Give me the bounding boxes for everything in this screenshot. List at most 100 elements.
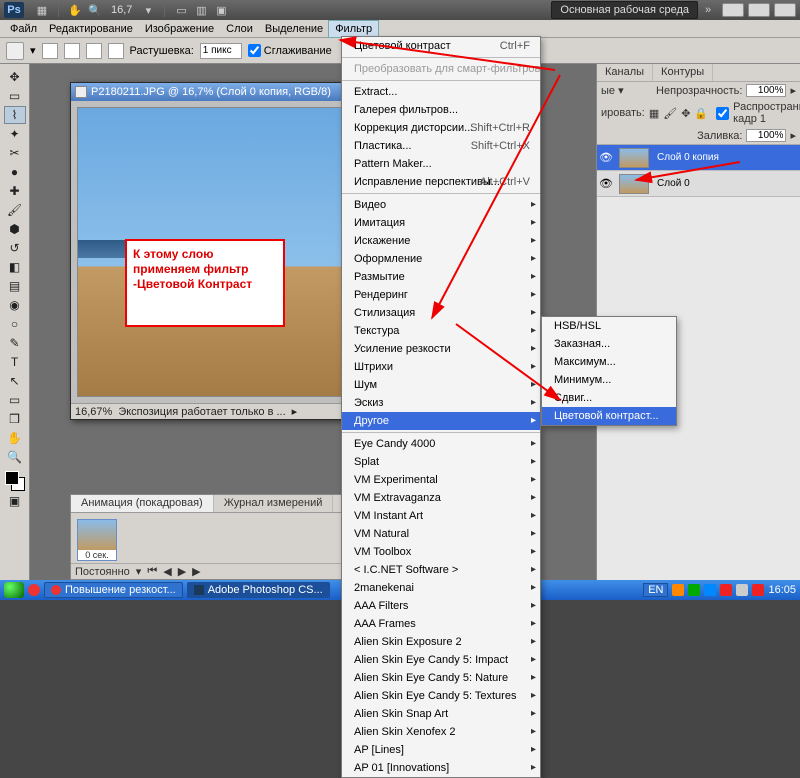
mi-Усиление резкости[interactable]: Усиление резкости [342,340,540,358]
mi-plugin[interactable]: AP [Lines] [342,741,540,759]
mi-plugin[interactable]: VM Toolbox [342,543,540,561]
marquee-tool[interactable]: ▭ [4,87,26,105]
menu-file[interactable]: Файл [4,21,43,37]
menu-layer[interactable]: Слои [220,21,259,37]
antialias-checkbox-label[interactable]: Сглаживание [248,44,332,57]
zoom-icon[interactable]: 🔍 [87,2,103,18]
selection-add-icon[interactable] [64,43,80,59]
mi-Рендеринг[interactable]: Рендеринг [342,286,540,304]
hand-tool[interactable]: ✋ [4,429,26,447]
color-swatches[interactable] [3,471,27,491]
tray-icon[interactable] [672,584,684,596]
tray-icon[interactable] [736,584,748,596]
loop-mode[interactable]: Постоянно [75,566,130,578]
mi-plugin[interactable]: VM Extravaganza [342,489,540,507]
mi-plugin[interactable]: Eye Candy 4000 [342,435,540,453]
mi-other-item[interactable]: HSB/HSL [542,317,676,335]
tab-channels[interactable]: Каналы [597,64,653,81]
mi-other-item[interactable]: Заказная... [542,335,676,353]
prev-frame-icon[interactable]: ◀ [163,565,171,578]
tab-paths[interactable]: Контуры [653,64,713,81]
lock-move-icon[interactable]: ✥ [681,107,690,120]
menu-filter[interactable]: Фильтр [329,21,378,37]
document-titlebar[interactable]: P2180211.JPG @ 16,7% (Слой 0 копия, RGB/… [71,83,377,101]
play-icon[interactable]: ▶ [178,565,186,578]
lasso-tool[interactable]: ⌇ [4,106,26,124]
mi-plugin[interactable]: Splat [342,453,540,471]
mi-other-item[interactable]: Максимум... [542,353,676,371]
maximize-button[interactable] [748,3,770,17]
screen-mode-icon[interactable]: ▣ [213,2,229,18]
lasso-tool-icon[interactable] [6,42,24,60]
mi-Текстура[interactable]: Текстура [342,322,540,340]
minimize-button[interactable] [722,3,744,17]
zoom-tool[interactable]: 🔍 [4,448,26,466]
brush-tool[interactable]: 🖌 [4,201,26,219]
mi-liquify[interactable]: Пластика...Shift+Ctrl+X [342,137,540,155]
gradient-tool[interactable]: ▤ [4,277,26,295]
heal-tool[interactable]: ✚ [4,182,26,200]
chevron-right-icon[interactable]: ▸ [790,129,796,142]
mi-plugin[interactable]: 2manekenai [342,579,540,597]
mi-last-filter[interactable]: Цветовой контрастCtrl+F [342,37,540,55]
lock-pixels-icon[interactable]: ▦ [649,107,659,120]
path-tool[interactable]: ↖ [4,372,26,390]
crop-tool[interactable]: ✂ [4,144,26,162]
mi-Штрихи[interactable]: Штрихи [342,358,540,376]
mi-plugin[interactable]: Alien Skin Snap Art [342,705,540,723]
mi-plugin[interactable]: AP 01 [Innovations] [342,759,540,777]
mi-plugin[interactable]: Alien Skin Xenofex 2 [342,723,540,741]
mi-plugin[interactable]: Alien Skin Eye Candy 5: Impact [342,651,540,669]
lock-all-icon[interactable]: 🔒 [694,107,708,120]
tray-icon[interactable] [752,584,764,596]
zoom-level[interactable]: 16,7 [111,4,132,16]
mi-Оформление[interactable]: Оформление [342,250,540,268]
tray-icon[interactable] [720,584,732,596]
frame-delay[interactable]: 0 сек. [78,550,116,560]
view-extras-icon[interactable]: ▭ [173,2,189,18]
move-tool[interactable]: ✥ [4,68,26,86]
layer-thumb[interactable] [619,148,649,168]
clock[interactable]: 16:05 [768,584,796,596]
mi-plugin[interactable]: VM Instant Art [342,507,540,525]
chevron-down-icon[interactable]: ▾ [140,2,156,18]
layer-name[interactable]: Слой 0 копия [653,152,800,163]
mi-Стилизация[interactable]: Стилизация [342,304,540,322]
eyedrop-tool[interactable]: ● [4,163,26,181]
tab-measure-log[interactable]: Журнал измерений [214,495,334,512]
propagate-checkbox[interactable] [716,107,729,120]
tray-icon[interactable] [704,584,716,596]
mi-Шум[interactable]: Шум [342,376,540,394]
quickmask-toggle[interactable]: ▣ [4,492,26,510]
chevron-down-icon[interactable]: ▾ [136,565,142,578]
wand-tool[interactable]: ✦ [4,125,26,143]
blend-mode-dropdown[interactable]: ые ▾ [601,84,624,97]
feather-input[interactable] [200,43,242,59]
menu-select[interactable]: Выделение [259,21,329,37]
mi-extract[interactable]: Extract... [342,83,540,101]
chevron-right-icon[interactable]: ▸ [790,84,796,97]
workspace-switcher[interactable]: Основная рабочая среда [551,1,698,19]
mi-Другое[interactable]: Другое [342,412,540,430]
mi-plugin[interactable]: VM Natural [342,525,540,543]
mi-plugin[interactable]: VM Experimental [342,471,540,489]
shape-tool[interactable]: ▭ [4,391,26,409]
tab-animation[interactable]: Анимация (покадровая) [71,495,214,512]
mi-Имитация[interactable]: Имитация [342,214,540,232]
eye-icon[interactable]: 👁 [597,177,615,190]
mi-pattern-maker[interactable]: Pattern Maker... [342,155,540,173]
chevron-right-icon[interactable]: ▸ [292,405,298,418]
3d-tool[interactable]: ❒ [4,410,26,428]
layer-name[interactable]: Слой 0 [653,178,800,189]
taskbar-button[interactable]: Adobe Photoshop CS... [187,582,330,598]
eraser-tool[interactable]: ◧ [4,258,26,276]
mi-filter-gallery[interactable]: Галерея фильтров... [342,101,540,119]
tray-icon[interactable] [688,584,700,596]
opacity-input[interactable] [746,84,786,97]
mi-other-item[interactable]: Минимум... [542,371,676,389]
history-brush-tool[interactable]: ↺ [4,239,26,257]
mi-plugin[interactable]: Alien Skin Eye Candy 5: Textures [342,687,540,705]
mi-other-item[interactable]: Цветовой контраст... [542,407,676,425]
blur-tool[interactable]: ◉ [4,296,26,314]
mi-Размытие[interactable]: Размытие [342,268,540,286]
